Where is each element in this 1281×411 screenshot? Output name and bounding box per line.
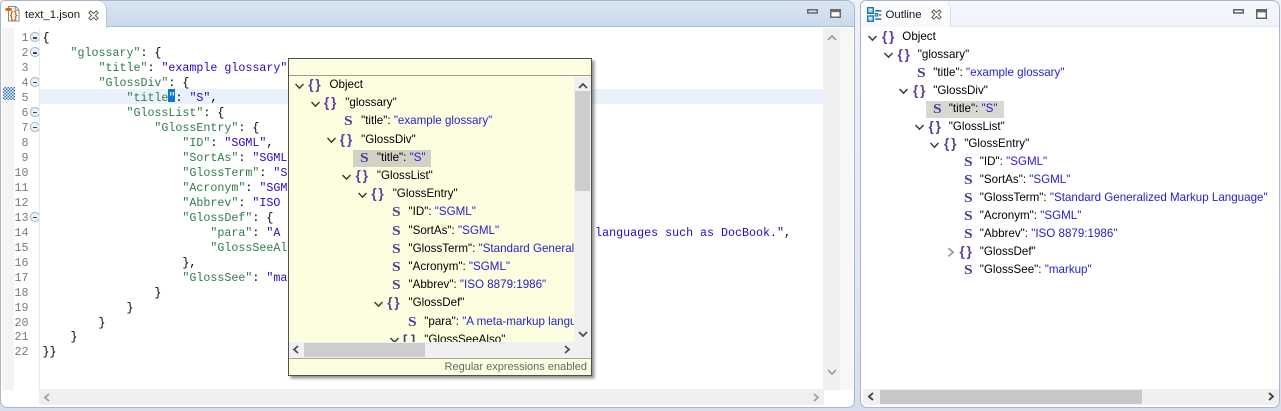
svg-text:{}: {} (10, 11, 18, 22)
